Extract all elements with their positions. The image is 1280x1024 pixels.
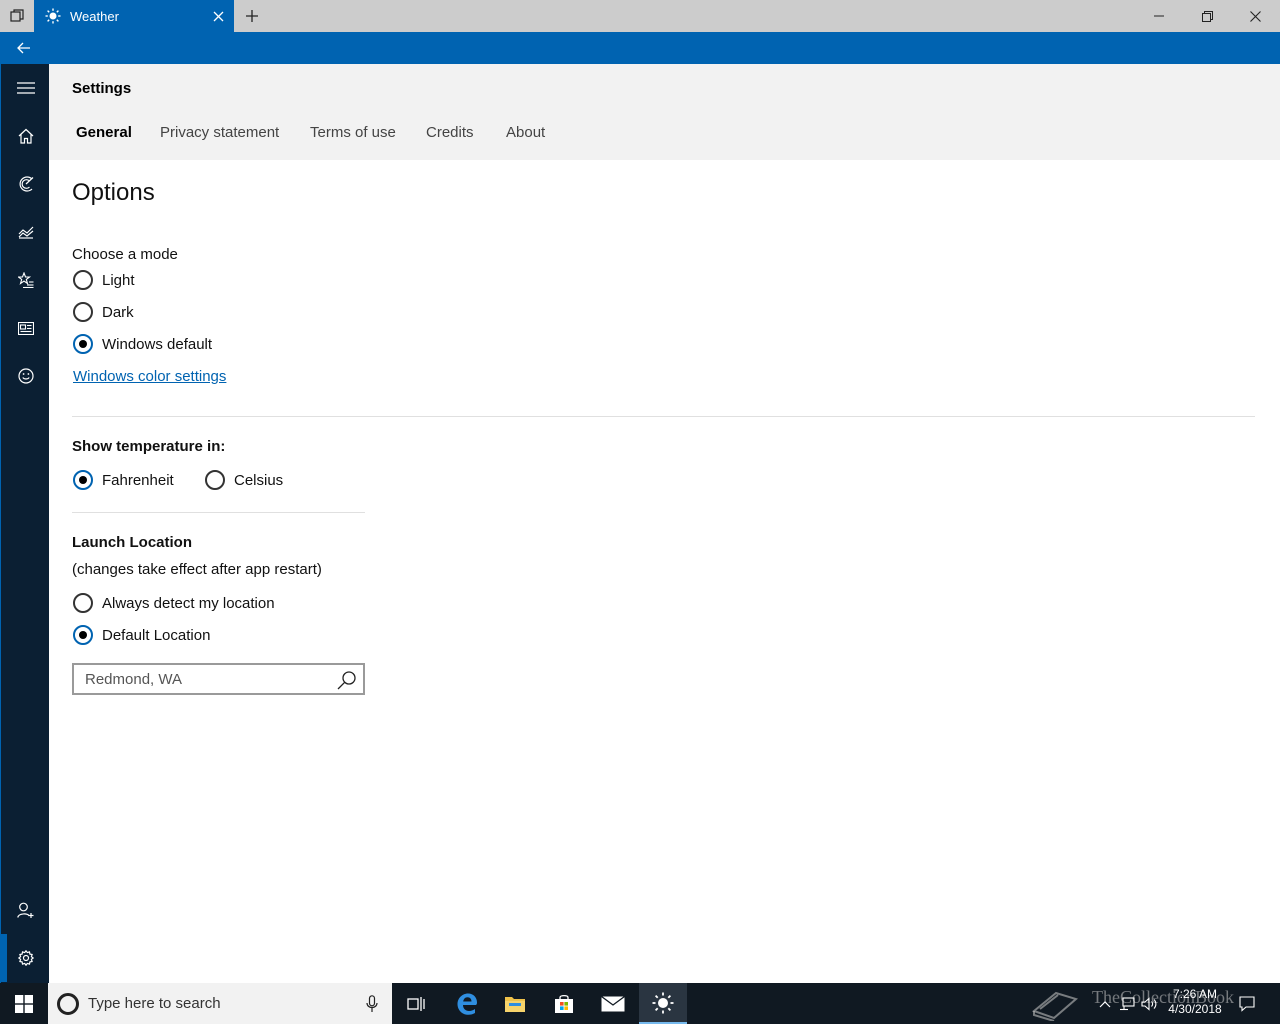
set-aside-tabs-icon[interactable] <box>0 0 34 32</box>
taskbar-search-box[interactable]: Type here to search <box>48 983 392 1024</box>
radio-circle-checked <box>73 625 93 645</box>
clock-time: 7:26 AM <box>1172 987 1218 1001</box>
celsius-radio[interactable]: Celsius <box>205 470 283 490</box>
edge-icon[interactable] <box>443 983 491 1024</box>
show-hidden-icons-chevron-icon[interactable] <box>1094 983 1116 1024</box>
radio-label: Windows default <box>102 335 213 353</box>
minimize-button[interactable] <box>1136 0 1182 32</box>
back-arrow-icon[interactable] <box>0 32 48 64</box>
restore-button[interactable] <box>1184 0 1230 32</box>
radio-circle <box>73 302 93 322</box>
taskbar: Type here to search TheCollectionBook 7:… <box>0 983 1280 1024</box>
clock[interactable]: 7:26 AM 4/30/2018 <box>1160 987 1230 1017</box>
settings-header: Settings General Privacy statement Terms… <box>49 64 1280 160</box>
radio-circle <box>73 593 93 613</box>
title-bar: Weather <box>0 0 1280 32</box>
mode-dark-radio[interactable]: Dark <box>73 302 134 322</box>
mode-windows-default-radio[interactable]: Windows default <box>73 334 212 354</box>
radio-label: Default Location <box>102 626 211 644</box>
app-header-bar <box>0 32 1280 64</box>
radar-icon[interactable] <box>1 160 50 208</box>
default-location-radio[interactable]: Default Location <box>73 625 210 645</box>
radio-circle-checked <box>73 470 93 490</box>
favorites-icon[interactable] <box>1 256 50 304</box>
settings-icon[interactable] <box>1 934 50 982</box>
radio-label: Celsius <box>234 471 284 489</box>
radio-circle <box>73 270 93 290</box>
book-logo <box>1031 991 1079 1021</box>
radio-label: Fahrenheit <box>102 471 174 489</box>
search-icon[interactable] <box>335 668 359 692</box>
new-tab-button[interactable] <box>236 0 268 32</box>
tab-title: Weather <box>70 8 119 24</box>
radio-label: Light <box>102 271 135 289</box>
task-view-icon[interactable] <box>392 983 440 1024</box>
mode-label: Choose a mode <box>72 246 178 263</box>
home-icon[interactable] <box>1 112 50 160</box>
left-navigation <box>0 64 49 983</box>
windows-color-settings-link[interactable]: Windows color settings <box>73 368 226 385</box>
historical-weather-icon[interactable] <box>1 208 50 256</box>
page-title: Settings <box>72 80 132 97</box>
mode-light-radio[interactable]: Light <box>73 270 135 290</box>
search-placeholder: Type here to search <box>88 995 221 1012</box>
network-icon[interactable] <box>1116 983 1138 1024</box>
radio-circle <box>205 470 225 490</box>
launch-location-note: (changes take effect after app restart) <box>72 561 322 578</box>
tab-about[interactable]: About <box>506 124 545 141</box>
feedback-icon[interactable] <box>1 352 50 400</box>
weather-icon[interactable] <box>639 983 687 1024</box>
options-heading: Options <box>72 179 155 206</box>
tab-privacy-statement[interactable]: Privacy statement <box>160 124 279 141</box>
radio-label: Always detect my location <box>102 594 275 612</box>
account-icon[interactable] <box>1 886 50 934</box>
microphone-icon[interactable] <box>364 993 380 1015</box>
tab-general[interactable]: General <box>76 124 132 141</box>
action-center-icon[interactable] <box>1234 983 1260 1024</box>
divider <box>72 512 365 513</box>
clock-date: 4/30/2018 <box>1168 1002 1222 1016</box>
cortana-icon <box>57 992 79 1015</box>
settings-content: Options Choose a mode Light Dark Windows… <box>49 160 1280 983</box>
always-detect-location-radio[interactable]: Always detect my location <box>73 593 275 613</box>
launch-location-label: Launch Location <box>72 534 192 551</box>
hamburger-menu-icon[interactable] <box>1 64 50 112</box>
tab-weather[interactable]: Weather <box>34 0 234 32</box>
volume-icon[interactable] <box>1139 983 1161 1024</box>
news-icon[interactable] <box>1 304 50 352</box>
mail-icon[interactable] <box>589 983 637 1024</box>
close-window-button[interactable] <box>1232 0 1278 32</box>
fahrenheit-radio[interactable]: Fahrenheit <box>73 470 174 490</box>
close-tab-icon[interactable] <box>210 8 226 24</box>
windows-start-icon[interactable] <box>0 983 48 1024</box>
location-value: Redmond, WA <box>85 670 182 688</box>
radio-label: Dark <box>102 303 134 321</box>
default-location-input[interactable]: Redmond, WA <box>72 663 365 695</box>
file-explorer-icon[interactable] <box>491 983 539 1024</box>
tab-terms-of-use[interactable]: Terms of use <box>310 124 396 141</box>
temperature-label: Show temperature in: <box>72 438 226 455</box>
store-icon[interactable] <box>540 983 588 1024</box>
radio-circle-checked <box>73 334 93 354</box>
divider <box>72 416 1255 417</box>
sun-icon <box>44 7 62 25</box>
tab-credits[interactable]: Credits <box>426 124 474 141</box>
